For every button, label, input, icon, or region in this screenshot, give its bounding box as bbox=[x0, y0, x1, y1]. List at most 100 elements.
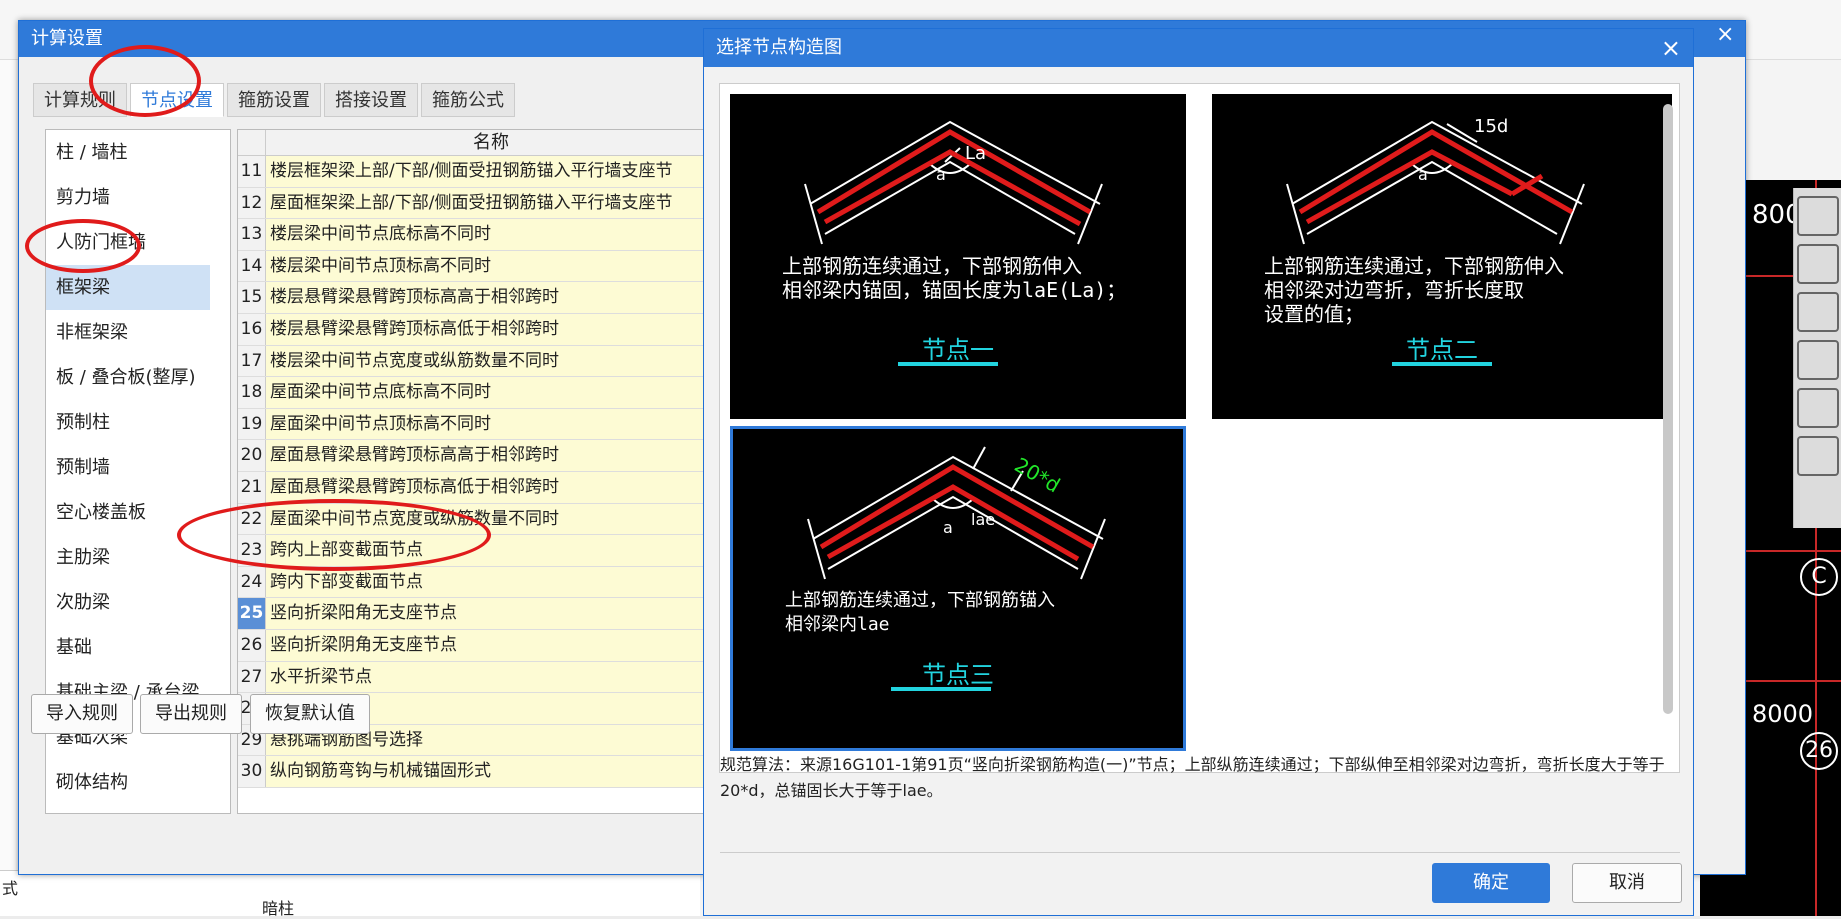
svg-text:lae: lae bbox=[971, 510, 995, 529]
row-number: 15 bbox=[238, 282, 266, 313]
restore-default-button[interactable]: 恢复默认值 bbox=[250, 694, 370, 734]
table-row[interactable]: 30 纵向钢筋弯钩与机械锚固形式 bbox=[238, 756, 716, 788]
svg-text:a: a bbox=[943, 518, 953, 537]
view-toolbar bbox=[1793, 188, 1841, 528]
gallery-scrollbar[interactable] bbox=[1663, 104, 1673, 714]
node-option-1[interactable]: La a 上部钢筋连续通过，下部钢筋伸入 相邻梁内锚固，锚固长度为laE(La)… bbox=[730, 94, 1186, 419]
table-row[interactable]: 13 楼层梁中间节点底标高不同时 bbox=[238, 219, 716, 251]
category-item[interactable]: 剪力墙 bbox=[46, 175, 230, 220]
row-number: 19 bbox=[238, 408, 266, 440]
row-name: 楼层梁中间节点底标高不同时 bbox=[266, 219, 716, 250]
row-name: 屋面框架梁上部/下部/侧面受扭钢筋锚入平行墙支座节 bbox=[266, 187, 716, 219]
row-number: 27 bbox=[238, 661, 266, 693]
export-rules-button[interactable]: 导出规则 bbox=[140, 694, 242, 734]
row-name: 楼层悬臂梁悬臂跨顶标高低于相邻跨时 bbox=[266, 313, 716, 345]
row-number: 18 bbox=[238, 377, 266, 408]
node-description: 上部钢筋连续通过，下部钢筋伸入 相邻梁对边弯折，弯折长度取 设置的值； bbox=[1264, 254, 1564, 326]
table-row[interactable]: 14 楼层梁中间节点顶标高不同时 bbox=[238, 250, 716, 283]
category-item[interactable]: 板 / 叠合板(整厚) bbox=[46, 355, 230, 400]
category-item[interactable]: 砌体结构 bbox=[46, 760, 230, 805]
category-item[interactable]: 基础 bbox=[46, 625, 230, 670]
row-name: 楼层框架梁上部/下部/侧面受扭钢筋锚入平行墙支座节 bbox=[266, 156, 716, 187]
cancel-button[interactable]: 取消 bbox=[1572, 863, 1682, 903]
category-item[interactable]: 预制柱 bbox=[46, 400, 230, 445]
row-name: 跨内下部变截面节点 bbox=[266, 566, 716, 598]
tree-label: 式 bbox=[2, 879, 19, 898]
row-number: 14 bbox=[238, 250, 266, 282]
table-row[interactable]: 12 屋面框架梁上部/下部/侧面受扭钢筋锚入平行墙支座节 bbox=[238, 187, 716, 220]
row-name: 屋面梁中间节点顶标高不同时 bbox=[266, 408, 716, 440]
row-name: 屋面悬臂梁悬臂跨顶标高高于相邻跨时 bbox=[266, 440, 716, 471]
row-number: 17 bbox=[238, 345, 266, 377]
row-number: 12 bbox=[238, 187, 266, 219]
import-rules-button[interactable]: 导入规则 bbox=[31, 694, 133, 734]
row-name: 竖向折梁阳角无支座节点 bbox=[266, 598, 716, 629]
category-item[interactable]: 非框架梁 bbox=[46, 310, 230, 355]
rotate-icon[interactable] bbox=[1797, 388, 1839, 428]
table-row[interactable]: 17 楼层梁中间节点宽度或纵筋数量不同时 bbox=[238, 345, 716, 378]
row-number: 25 bbox=[238, 598, 266, 629]
row-number: 30 bbox=[238, 756, 266, 787]
row-number: 13 bbox=[238, 219, 266, 250]
rule-description: 规范算法：来源16G101-1第91页“竖向折梁钢筋构造(一)”节点；上部纵筋连… bbox=[720, 755, 1665, 800]
layout-icon[interactable] bbox=[1797, 436, 1839, 476]
confirm-button[interactable]: 确定 bbox=[1432, 863, 1550, 903]
row-name: 楼层梁中间节点宽度或纵筋数量不同时 bbox=[266, 345, 716, 377]
dialog-title: 选择节点构造图 bbox=[716, 37, 842, 58]
box-view-icon[interactable] bbox=[1797, 340, 1839, 380]
svg-text:La: La bbox=[965, 143, 986, 164]
row-number: 11 bbox=[238, 156, 266, 187]
row-number: 21 bbox=[238, 471, 266, 503]
svg-text:a: a bbox=[1418, 165, 1428, 184]
close-icon[interactable]: × bbox=[1661, 29, 1681, 67]
category-item[interactable]: 柱 / 墙柱 bbox=[46, 130, 230, 175]
row-number: 16 bbox=[238, 313, 266, 345]
table-row[interactable]: 15 楼层悬臂梁悬臂跨顶标高高于相邻跨时 bbox=[238, 282, 716, 314]
category-item[interactable]: 预制墙 bbox=[46, 445, 230, 490]
top-view-icon[interactable] bbox=[1797, 292, 1839, 332]
table-row[interactable]: 26 竖向折梁阴角无支座节点 bbox=[238, 629, 716, 662]
tree-item[interactable]: 暗柱 bbox=[262, 895, 294, 919]
table-row[interactable]: 19 屋面梁中间节点顶标高不同时 bbox=[238, 408, 716, 441]
row-name: 纵向钢筋弯钩与机械锚固形式 bbox=[266, 756, 716, 787]
table-row[interactable]: 11 楼层框架梁上部/下部/侧面受扭钢筋锚入平行墙支座节 bbox=[238, 156, 716, 188]
row-name: 楼层梁中间节点顶标高不同时 bbox=[266, 250, 716, 282]
tab-stirrup-settings[interactable]: 箍筋设置 bbox=[227, 83, 321, 117]
node-option-3[interactable]: 20*d lae a 上部钢筋连续通过，下部钢筋锚入 相邻梁内lae 节点三 bbox=[730, 426, 1186, 751]
table-row[interactable]: 18 屋面梁中间节点底标高不同时 bbox=[238, 377, 716, 409]
table-row[interactable]: 25 竖向折梁阳角无支座节点 bbox=[238, 598, 716, 630]
background-tree: 式 暗柱 bbox=[0, 870, 700, 919]
window-title: 计算设置 bbox=[31, 28, 103, 49]
annotation-circle bbox=[177, 499, 491, 571]
row-name: 屋面悬臂梁悬臂跨顶标高低于相邻跨时 bbox=[266, 471, 716, 503]
row-name: 楼层悬臂梁悬臂跨顶标高高于相邻跨时 bbox=[266, 282, 716, 313]
node-label: 节点三 bbox=[922, 661, 994, 689]
node-gallery: La a 上部钢筋连续通过，下部钢筋伸入 相邻梁内锚固，锚固长度为laE(La)… bbox=[719, 83, 1680, 773]
axis-bubble: C bbox=[1800, 558, 1838, 596]
category-item[interactable]: 次肋梁 bbox=[46, 580, 230, 625]
table-row[interactable]: 16 楼层悬臂梁悬臂跨顶标高低于相邻跨时 bbox=[238, 313, 716, 346]
node-description: 上部钢筋连续通过，下部钢筋伸入 相邻梁内锚固，锚固长度为laE(La)； bbox=[782, 254, 1127, 302]
node-label: 节点一 bbox=[922, 336, 994, 364]
tab-stirrup-formula[interactable]: 箍筋公式 bbox=[421, 83, 515, 117]
row-number: 20 bbox=[238, 440, 266, 471]
axis-bubble: 26 bbox=[1800, 732, 1838, 770]
table-header: 名称 bbox=[238, 130, 716, 156]
cad-label: 8000 bbox=[1752, 700, 1814, 728]
tab-lap-settings[interactable]: 搭接设置 bbox=[324, 83, 418, 117]
divider bbox=[720, 852, 1680, 853]
3d-view-icon[interactable] bbox=[1797, 244, 1839, 284]
dialog-title-bar: 选择节点构造图 × bbox=[704, 29, 1693, 67]
background-left-strip bbox=[0, 60, 16, 916]
table-row[interactable]: 24 跨内下部变截面节点 bbox=[238, 566, 716, 599]
table-row[interactable]: 20 屋面悬臂梁悬臂跨顶标高高于相邻跨时 bbox=[238, 440, 716, 472]
node-option-2[interactable]: 15d a 上部钢筋连续通过，下部钢筋伸入 相邻梁对边弯折，弯折长度取 设置的值… bbox=[1212, 94, 1672, 419]
orbit-icon[interactable] bbox=[1797, 196, 1839, 236]
close-icon[interactable]: × bbox=[1716, 22, 1734, 47]
table-row[interactable]: 27 水平折梁节点 bbox=[238, 661, 716, 694]
svg-text:20*d: 20*d bbox=[1011, 453, 1065, 498]
svg-text:a: a bbox=[936, 165, 946, 184]
annotation-circle bbox=[89, 45, 201, 117]
row-name: 水平折梁节点 bbox=[266, 661, 716, 693]
svg-text:15d: 15d bbox=[1474, 116, 1508, 137]
